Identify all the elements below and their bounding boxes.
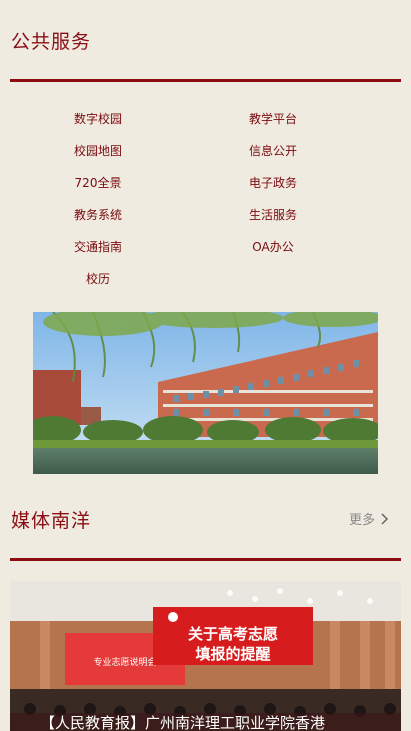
media-section-title: 媒体南洋 [11,510,92,532]
section-divider [10,79,401,82]
public-services-title: 公共服务 [11,31,92,53]
link-digital-campus[interactable]: 数字校园 [28,103,168,135]
link-campus-map[interactable]: 校园地图 [28,135,168,167]
link-teaching-platform[interactable]: 教学平台 [203,103,343,135]
news-caption[interactable]: 【人民教育报】广州南洋理工职业学院香港 [10,713,401,731]
chevron-right-icon [381,512,389,525]
link-info-disclosure[interactable]: 信息公开 [203,135,343,167]
more-label: 更多 [348,513,375,528]
news-card[interactable]: 专业志愿说明会 关于高考志愿 填报的提醒 【人民教育报】广州南洋理工职业学院香港 [10,581,401,731]
link-720-panorama[interactable]: 720全景 [28,167,168,199]
link-e-government[interactable]: 电子政务 [203,167,343,199]
campus-photo [33,312,378,474]
banner-line2: 填报的提醒 [195,645,270,663]
link-traffic-guide[interactable]: 交通指南 [28,231,168,263]
link-academic-system[interactable]: 教务系统 [28,199,168,231]
link-life-services[interactable]: 生活服务 [203,199,343,231]
link-school-calendar[interactable]: 校历 [28,263,168,295]
banner-line1: 关于高考志愿 [188,625,278,643]
screen-text: 专业志愿说明会 [93,656,156,668]
news-image: 专业志愿说明会 关于高考志愿 填报的提醒 [10,581,401,731]
link-oa-office[interactable]: OA办公 [203,231,343,263]
media-divider [10,558,401,561]
more-link[interactable]: 更多 [349,509,389,528]
